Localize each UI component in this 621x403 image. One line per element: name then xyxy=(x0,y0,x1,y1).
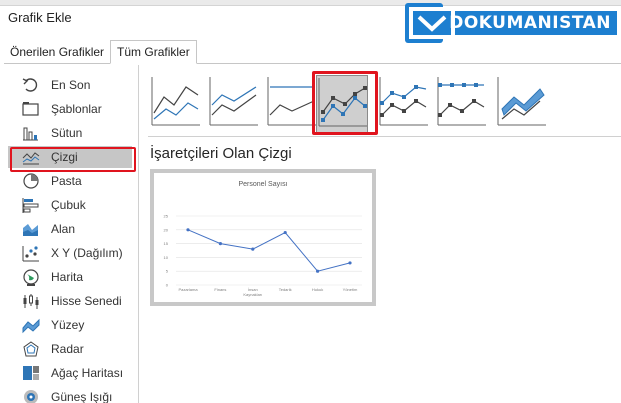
sidebar-item-sunburst[interactable]: Güneş Işığı xyxy=(8,386,132,403)
stacked-line-icon xyxy=(209,77,258,126)
data-point xyxy=(316,269,320,273)
chart-subtype-stacked-line[interactable] xyxy=(208,75,260,133)
preview-chart-svg: Personel Sayısı 0 5 10 15 20 25 Pazarlama Finans… xyxy=(164,181,362,297)
watermark-logo: DOKUMANISTAN xyxy=(405,3,617,43)
data-point xyxy=(283,230,287,235)
gallery-divider xyxy=(148,136,621,137)
sidebar-item-treemap[interactable]: Ağaç Haritası xyxy=(8,362,132,384)
bar-chart-icon xyxy=(20,196,42,214)
treemap-icon xyxy=(20,364,42,382)
sidebar-item-label: Alan xyxy=(51,222,76,236)
x-tick-label: Finans xyxy=(214,287,226,292)
sidebar-item-globe[interactable]: Harita xyxy=(8,266,132,288)
x-tick-label: Yönetim xyxy=(343,287,358,292)
tab-all-charts[interactable]: Tüm Grafikler xyxy=(110,40,197,64)
line-with-markers-icon xyxy=(318,78,367,127)
sidebar-item-label: Harita xyxy=(51,270,84,284)
series-line xyxy=(187,229,351,272)
x-tick-label: Hukuk xyxy=(312,287,323,292)
y-tick-label: 25 xyxy=(164,214,169,219)
y-tick-label: 0 xyxy=(166,283,169,288)
chart-title: Personel Sayısı xyxy=(238,181,287,188)
sidebar-item-stock-chart[interactable]: Hisse Senedi xyxy=(8,290,132,312)
logo-text: DOKUMANISTAN xyxy=(437,11,617,35)
tab-recommended-charts[interactable]: Önerilen Grafikler xyxy=(4,41,110,63)
chart-subtype-stacked-line-with-markers[interactable] xyxy=(378,75,430,133)
sidebar-item-undo[interactable]: En Son xyxy=(8,74,132,96)
3d-line-icon xyxy=(497,77,546,126)
sidebar-item-label: Radar xyxy=(51,342,84,356)
surface-chart-icon xyxy=(20,316,42,334)
data-point xyxy=(186,228,190,232)
sidebar-item-pie-chart[interactable]: Pasta xyxy=(8,170,132,192)
sidebar-item-folder[interactable]: Şablonlar xyxy=(8,98,132,120)
chart-category-sidebar: En Son Şablonlar Sütun Çizgi Pasta Çubuk Alan X… xyxy=(0,65,139,403)
sidebar-item-area-chart[interactable]: Alan xyxy=(8,218,132,240)
stacked-line-with-markers-icon xyxy=(379,77,428,126)
sidebar-item-column-chart[interactable]: Sütun xyxy=(8,122,132,144)
sidebar-item-radar-chart[interactable]: Radar xyxy=(8,338,132,360)
globe-icon xyxy=(20,268,42,286)
chart-subtype-100-stacked-line[interactable] xyxy=(266,75,318,133)
chart-subtype-3d-line[interactable] xyxy=(496,75,548,133)
sidebar-item-label: X Y (Dağılım) xyxy=(51,246,123,260)
x-tick-label: Tedarik xyxy=(279,287,292,292)
sidebar-item-label: Şablonlar xyxy=(51,102,102,116)
x-tick-label: İnsan Kaynakları xyxy=(243,287,262,297)
sidebar-item-bar-chart[interactable]: Çubuk xyxy=(8,194,132,216)
data-point xyxy=(348,261,352,265)
data-point xyxy=(251,247,255,251)
x-tick-label: Pazarlama xyxy=(178,287,198,292)
data-point xyxy=(218,242,222,246)
sidebar-item-label: Hisse Senedi xyxy=(51,294,122,308)
column-chart-icon xyxy=(20,124,42,142)
sidebar-item-label: Güneş Işığı xyxy=(51,390,113,403)
dialog-title: Grafik Ekle xyxy=(8,10,72,25)
logo-mark-icon xyxy=(405,3,455,43)
y-tick-label: 10 xyxy=(164,255,169,260)
sidebar-item-surface-chart[interactable]: Yüzey xyxy=(8,314,132,336)
line-icon xyxy=(151,77,200,126)
sidebar-item-scatter-chart[interactable]: X Y (Dağılım) xyxy=(8,242,132,264)
sidebar-item-label: En Son xyxy=(51,78,91,92)
area-chart-icon xyxy=(20,220,42,238)
100-stacked-line-with-markers-icon xyxy=(437,77,486,126)
radar-chart-icon xyxy=(20,340,42,358)
sidebar-item-label: Çizgi xyxy=(51,150,78,164)
sidebar-item-label: Ağaç Haritası xyxy=(51,366,124,380)
pie-chart-icon xyxy=(20,172,42,190)
stock-chart-icon xyxy=(20,292,42,310)
sidebar-item-line-chart[interactable]: Çizgi xyxy=(8,146,132,168)
selected-chart-type-label: İşaretçileri Olan Çizgi xyxy=(150,145,292,162)
sunburst-icon xyxy=(20,388,42,403)
y-tick-label: 5 xyxy=(166,269,169,274)
y-tick-label: 15 xyxy=(164,241,169,246)
line-chart-icon xyxy=(20,148,42,166)
sidebar-item-label: Çubuk xyxy=(51,198,86,212)
chart-preview[interactable]: Personel Sayısı 0 5 10 15 20 25 Pazarlama Finans… xyxy=(150,169,376,306)
100-stacked-line-icon xyxy=(267,77,316,126)
folder-icon xyxy=(20,100,42,118)
sidebar-item-label: Yüzey xyxy=(51,318,85,332)
chart-subtype-100-stacked-line-with-markers[interactable] xyxy=(436,75,488,133)
undo-icon xyxy=(20,76,42,94)
chart-subtype-line-with-markers[interactable] xyxy=(316,75,368,133)
sidebar-item-label: Pasta xyxy=(51,174,82,188)
tab-bar: Önerilen Grafikler Tüm Grafikler xyxy=(4,40,621,64)
sidebar-item-label: Sütun xyxy=(51,126,83,140)
y-tick-label: 20 xyxy=(164,227,169,232)
scatter-chart-icon xyxy=(20,244,42,262)
chart-subtype-line[interactable] xyxy=(150,75,202,133)
